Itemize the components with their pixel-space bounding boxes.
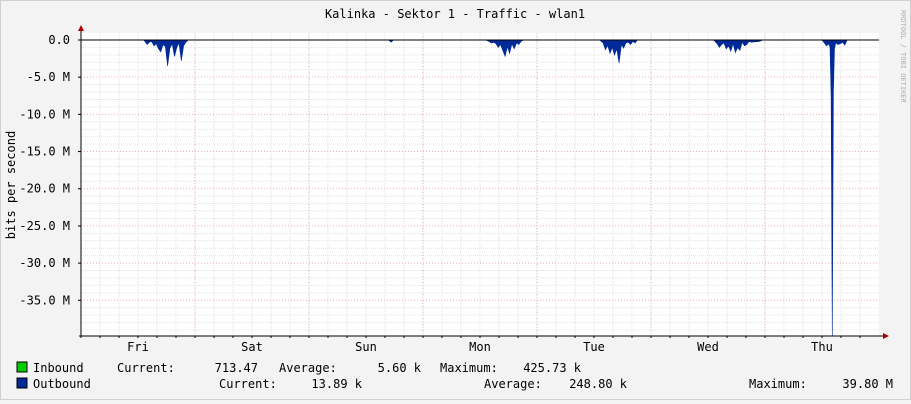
chart-svg: Kalinka - Sektor 1 - Traffic - wlan1 bit…	[0, 0, 911, 400]
y-axis-label: bits per second	[4, 131, 18, 239]
chart-title: Kalinka - Sektor 1 - Traffic - wlan1	[325, 7, 585, 21]
x-tick-label: Mon	[469, 340, 491, 354]
legend-current-label-inbound: Current:	[117, 361, 175, 375]
legend-name-outbound: Outbound	[33, 377, 91, 391]
legend-average-label-inbound: Average:	[279, 361, 337, 375]
y-tick-label: -10.0 M	[19, 107, 70, 121]
y-tick-label: -35.0 M	[19, 293, 70, 307]
plot-area	[81, 33, 879, 336]
y-tick-label: -25.0 M	[19, 219, 70, 233]
legend-name-inbound: Inbound	[33, 361, 84, 375]
legend-swatch-outbound	[16, 377, 28, 389]
y-tick-label: -15.0 M	[19, 145, 70, 159]
x-tick-label: Fri	[127, 340, 149, 354]
y-tick-label: -20.0 M	[19, 182, 70, 196]
x-tick-label: Sun	[355, 340, 377, 354]
legend-average-value-inbound: 5.60 k	[378, 361, 422, 375]
watermark-text: RRDTOOL / TOBI OETIKER	[899, 10, 907, 104]
x-tick-label: Sat	[241, 340, 263, 354]
y-tick-label: -5.0 M	[27, 70, 70, 84]
legend-maximum-value-inbound: 425.73 k	[523, 361, 582, 375]
legend-average-label-outbound: Average:	[484, 377, 542, 391]
legend-current-value-outbound: 13.89 k	[311, 377, 362, 391]
legend-maximum-value-outbound: 39.80 M	[842, 377, 893, 391]
legend-maximum-label-outbound: Maximum:	[749, 377, 807, 391]
rrd-traffic-chart: Kalinka - Sektor 1 - Traffic - wlan1 bit…	[0, 0, 911, 400]
x-tick-label: Thu	[811, 340, 833, 354]
y-tick-label: -30.0 M	[19, 256, 70, 270]
y-tick-label: 0.0	[48, 33, 70, 47]
legend-average-value-outbound: 248.80 k	[569, 377, 628, 391]
legend-swatch-inbound	[16, 361, 28, 373]
legend-current-value-inbound: 713.47	[215, 361, 258, 375]
x-tick-label: Wed	[697, 340, 719, 354]
legend-current-label-outbound: Current:	[219, 377, 277, 391]
legend-maximum-label-inbound: Maximum:	[440, 361, 498, 375]
x-tick-label: Tue	[583, 340, 605, 354]
